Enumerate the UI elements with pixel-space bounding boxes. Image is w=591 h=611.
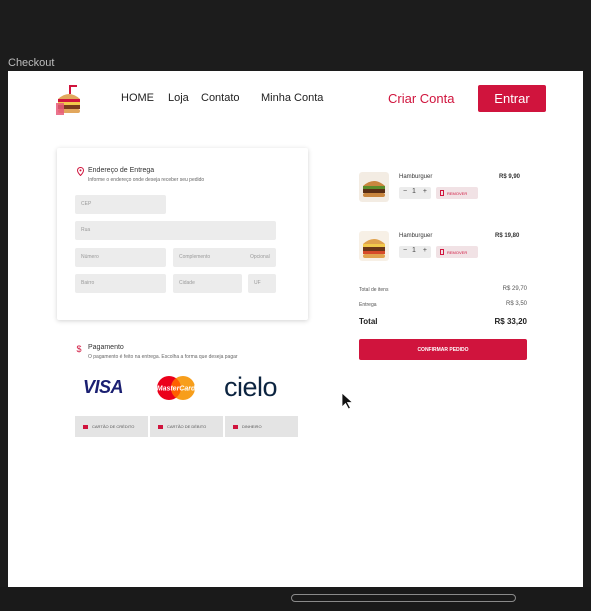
payment-subtitle: O pagamento é feito na entrega. Escolha …	[88, 354, 238, 360]
quantity-value: 1	[412, 188, 416, 195]
state-placeholder: UF	[254, 280, 261, 286]
burger-thumbnail-1	[359, 172, 389, 202]
optional-hint: Opcional	[250, 254, 270, 260]
item-name: Hamburguer	[399, 174, 433, 180]
cep-placeholder: CEP	[81, 201, 92, 207]
quantity-value: 1	[412, 247, 416, 254]
nav-loja[interactable]: Loja	[168, 92, 189, 104]
card-icon	[83, 424, 88, 429]
dollar-icon: $	[77, 344, 82, 353]
city-field[interactable]: Cidade	[173, 274, 242, 293]
neighborhood-placeholder: Bairro	[81, 280, 95, 286]
delivery-subtitle: Informe o endereço onde deseja receber s…	[88, 177, 205, 183]
trash-icon	[440, 190, 444, 196]
city-placeholder: Cidade	[179, 280, 195, 286]
horizontal-scrollbar[interactable]	[291, 594, 516, 602]
map-pin-icon	[77, 167, 84, 176]
delivery-title: Endereço de Entrega	[88, 167, 155, 174]
create-account-link[interactable]: Criar Conta	[388, 91, 454, 106]
window-title: Checkout	[8, 57, 55, 69]
burger-thumbnail-2	[359, 231, 389, 261]
nav-minha-conta[interactable]: Minha Conta	[261, 92, 323, 104]
cash-label: DINHEIRO	[242, 424, 262, 429]
delivery-address-card: Endereço de Entrega Informe o endereço o…	[57, 148, 308, 320]
item-name: Hamburguer	[399, 233, 433, 239]
cash-icon	[233, 424, 238, 429]
nav-home[interactable]: HOME	[121, 92, 154, 104]
mastercard-logo-text: MasterCard	[157, 386, 196, 393]
cielo-logo: cielo	[224, 372, 278, 402]
total-label: Total	[359, 317, 378, 326]
number-field[interactable]: Número	[75, 248, 166, 267]
subtotal-label: Total de itens	[359, 287, 389, 293]
increase-button[interactable]: +	[423, 247, 427, 254]
decrease-button[interactable]: −	[403, 247, 407, 254]
svg-text:$: $	[77, 344, 82, 353]
login-button[interactable]: Entrar	[478, 85, 546, 112]
item-price: R$ 9,90	[499, 174, 521, 180]
card-icon	[158, 424, 163, 429]
mouse-cursor-icon	[341, 392, 354, 410]
credit-card-option[interactable]: CARTÃO DE CRÉDITO	[75, 416, 148, 437]
nav-contato[interactable]: Contato	[201, 92, 240, 104]
remove-button[interactable]: REMOVER	[436, 246, 478, 258]
confirm-order-button[interactable]: CONFIRMAR PEDIDO	[359, 339, 527, 360]
burger-logo-icon[interactable]	[55, 85, 83, 115]
number-placeholder: Número	[81, 254, 99, 260]
decrease-button[interactable]: −	[403, 188, 407, 195]
complement-field[interactable]: Complemento Opcional	[173, 248, 276, 267]
state-field[interactable]: UF	[248, 274, 276, 293]
total-value: R$ 33,20	[494, 317, 527, 326]
remove-label: REMOVER	[447, 250, 468, 255]
street-field[interactable]: Rua	[75, 221, 276, 240]
remove-button[interactable]: REMOVER	[436, 187, 478, 199]
payment-title: Pagamento	[88, 344, 124, 351]
debit-card-option[interactable]: CARTÃO DE DÉBITO	[150, 416, 223, 437]
increase-button[interactable]: +	[423, 188, 427, 195]
trash-icon	[440, 249, 444, 255]
quantity-stepper[interactable]: − 1 +	[399, 246, 431, 258]
quantity-stepper[interactable]: − 1 +	[399, 187, 431, 199]
complement-placeholder: Complemento	[179, 254, 211, 260]
delivery-fee-label: Entrega	[359, 302, 377, 308]
street-placeholder: Rua	[81, 227, 91, 233]
mastercard-logo-icon: MasterCard	[157, 376, 196, 400]
item-price: R$ 19,80	[495, 233, 520, 239]
remove-label: REMOVER	[447, 191, 468, 196]
credit-card-label: CARTÃO DE CRÉDITO	[92, 424, 135, 429]
debit-card-label: CARTÃO DE DÉBITO	[167, 424, 207, 429]
subtotal-value: R$ 29,70	[502, 286, 527, 292]
cep-field[interactable]: CEP	[75, 195, 166, 214]
neighborhood-field[interactable]: Bairro	[75, 274, 166, 293]
checkout-page: HOME Loja Contato Minha Conta Criar Cont…	[8, 71, 583, 587]
visa-logo: VISA	[83, 377, 124, 397]
delivery-fee-value: R$ 3,50	[505, 301, 527, 307]
cash-option[interactable]: DINHEIRO	[225, 416, 298, 437]
